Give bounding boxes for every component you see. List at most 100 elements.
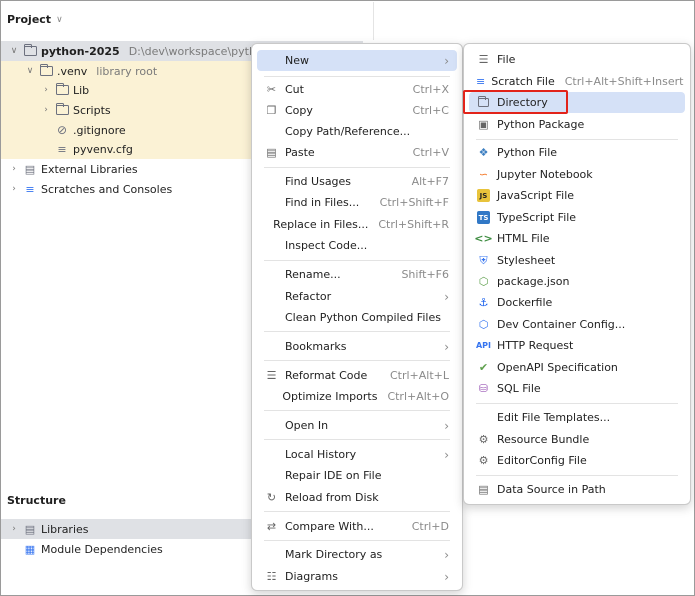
menu-item-find-usages[interactable]: Find Usages Alt+F7 [257,171,457,192]
menu-item-replace-in-files[interactable]: Replace in Files... Ctrl+Shift+R [257,214,457,235]
menu-label: Rename... [285,268,341,281]
menu-item-inspect-code[interactable]: Inspect Code... [257,235,457,256]
submenu-item-html[interactable]: <> HTML File [469,228,685,249]
menu-label: JavaScript File [497,189,575,202]
menu-label: package.json [497,275,570,288]
divider [476,139,678,140]
submenu-item-data-source[interactable]: ▤ Data Source in Path [469,479,685,500]
tree-item-external-libraries[interactable]: › ▤ External Libraries [9,159,138,179]
tree-item-module-dependencies[interactable]: ▦ Module Dependencies [23,539,163,559]
diagram-icon: ☷ [266,570,277,583]
menu-item-reformat[interactable]: ☰ Reformat Code Ctrl+Alt+L [257,365,457,386]
ide-window: Project ∨ ∨ python-2025 D:\dev\workspace… [0,0,695,596]
menu-item-open-in[interactable]: Open In › [257,415,457,436]
menu-item-copy[interactable]: ❐ Copy Ctrl+C [257,100,457,121]
js-icon: JS [476,189,491,202]
tree-item-scratches[interactable]: › ≡ Scratches and Consoles [9,179,172,199]
menu-item-compare[interactable]: ⇄ Compare With... Ctrl+D [257,516,457,537]
paste-icon: ▤ [266,146,277,159]
gitignore-label: .gitignore [73,123,126,137]
divider [264,167,450,168]
submenu-item-javascript[interactable]: JS JavaScript File [469,185,685,206]
tree-item-pyvenv[interactable]: ≡ pyvenv.cfg [55,139,132,159]
menu-item-optimize-imports[interactable]: Optimize Imports Ctrl+Alt+O [257,386,457,407]
chevron-right-icon[interactable]: › [41,85,51,95]
menu-item-mark-directory[interactable]: Mark Directory as › [257,544,457,565]
submenu-item-python-file[interactable]: ❖ Python File [469,142,685,163]
chevron-down-icon[interactable]: ∨ [25,66,35,76]
menu-item-clean-compiled[interactable]: Clean Python Compiled Files [257,307,457,328]
menu-item-paste[interactable]: ▤ Paste Ctrl+V [257,142,457,163]
reformat-icon: ☰ [266,369,277,382]
chevron-right-icon: › [444,339,449,354]
tree-item-scripts[interactable]: › Scripts [41,100,111,120]
submenu-item-package-json[interactable]: ⬡ package.json [469,271,685,292]
tree-item-lib[interactable]: › Lib [41,80,89,100]
venv-name: .venv [57,64,88,78]
chevron-right-icon[interactable]: › [9,184,19,194]
submenu-item-edit-templates[interactable]: Edit File Templates... [469,407,685,428]
menu-label: Reload from Disk [285,491,379,504]
menu-label: Python Package [497,118,585,131]
tree-item-venv[interactable]: ∨ .venv library root [25,61,157,81]
menu-item-local-history[interactable]: Local History › [257,444,457,465]
submenu-item-sql[interactable]: ⛁ SQL File [469,378,685,399]
package-icon: ▣ [478,118,489,131]
submenu-item-editorconfig[interactable]: ⚙ EditorConfig File [469,450,685,471]
menu-item-cut[interactable]: ✂ Cut Ctrl+X [257,79,457,100]
chevron-right-icon[interactable]: › [9,524,19,534]
menu-item-reload[interactable]: ↻ Reload from Disk [257,487,457,508]
submenu-item-dockerfile[interactable]: ⚓ Dockerfile [469,292,685,313]
menu-label: Diagrams [285,570,338,583]
chevron-down-icon[interactable]: ∨ [9,46,19,56]
divider [264,331,450,332]
menu-label: Directory [497,96,548,109]
chevron-right-icon: › [444,569,449,584]
submenu-item-devcontainer[interactable]: ⬡ Dev Container Config... [469,314,685,335]
submenu-item-typescript[interactable]: TS TypeScript File [469,207,685,228]
submenu-item-openapi[interactable]: ✔ OpenAPI Specification [469,357,685,378]
data-source-icon: ▤ [478,483,489,496]
chevron-right-icon[interactable]: › [9,164,19,174]
submenu-item-directory[interactable]: Directory [469,92,685,113]
menu-item-rename[interactable]: Rename... Shift+F6 [257,264,457,285]
tree-item-gitignore[interactable]: ⊘ .gitignore [55,120,126,140]
submenu-item-python-package[interactable]: ▣ Python Package [469,114,685,135]
menu-item-refactor[interactable]: Refactor › [257,286,457,307]
menu-label: Copy Path/Reference... [285,125,411,138]
menu-label: Find Usages [285,175,352,188]
divider [264,360,450,361]
menu-item-diagrams[interactable]: ☷ Diagrams › [257,566,457,587]
menu-item-bookmarks[interactable]: Bookmarks › [257,336,457,357]
chevron-down-icon: ∨ [56,14,63,25]
divider [373,2,374,40]
docker-icon: ⚓ [478,296,489,309]
external-libraries-label: External Libraries [41,162,138,176]
submenu-item-stylesheet[interactable]: ⛨ Stylesheet [469,250,685,271]
folder-icon [39,64,53,76]
menu-label: Scratch File [491,75,555,88]
chevron-right-icon[interactable]: › [41,105,51,115]
menu-item-new[interactable]: New › [257,50,457,71]
tree-item-libraries[interactable]: › ▤ Libraries [9,519,89,539]
tree-item-python-2025[interactable]: ∨ python-2025 D:\dev\workspace\python-20 [9,41,288,61]
submenu-item-scratch[interactable]: ≡ Scratch File Ctrl+Alt+Shift+Insert [469,71,685,92]
python-icon: ❖ [478,146,489,159]
folder-icon [55,103,69,115]
menu-label: Copy [285,104,313,117]
menu-label: File [497,53,516,66]
library-icon: ▤ [24,522,36,536]
project-panel-header[interactable]: Project ∨ [7,13,63,26]
menu-item-repair-ide[interactable]: Repair IDE on File [257,465,457,486]
menu-item-find-in-files[interactable]: Find in Files... Ctrl+Shift+F [257,192,457,213]
menu-label: Edit File Templates... [497,411,611,424]
libraries-label: Libraries [41,522,89,536]
menu-label: EditorConfig File [497,454,587,467]
menu-label: Python File [497,146,558,159]
submenu-item-resource-bundle[interactable]: ⚙ Resource Bundle [469,429,685,450]
submenu-item-file[interactable]: ☰ File [469,49,685,70]
menu-item-copy-path[interactable]: Copy Path/Reference... [257,121,457,142]
submenu-item-http-request[interactable]: API HTTP Request [469,335,685,356]
css-icon: ⛨ [479,253,488,267]
submenu-item-jupyter[interactable]: ∽ Jupyter Notebook [469,164,685,185]
